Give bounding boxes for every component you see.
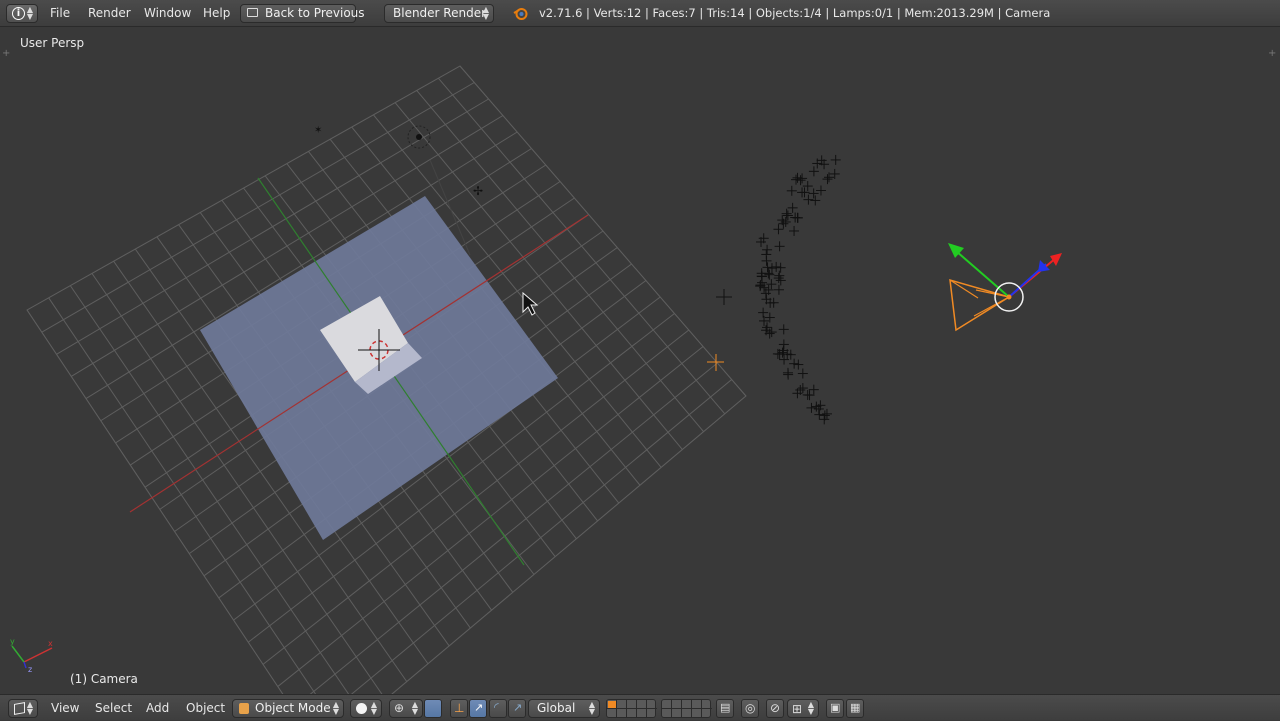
editor-type-button-3d[interactable]: ▲ ▼ [8,699,38,718]
menu-select[interactable]: Select [95,695,132,721]
chevron-updown-icon: ▲ ▼ [26,5,33,21]
active-layer-icon [608,701,616,708]
render-engine-label: Blender Render [393,6,487,20]
render-opengl-icon[interactable]: ▣ [826,699,844,718]
viewport-shading-select[interactable]: ▲ ▼ [350,699,382,718]
active-object-label: (1) Camera [70,672,138,686]
chevron-updown-icon: ▲ ▼ [411,700,418,716]
camera-object[interactable] [949,278,1011,332]
mouse-cursor-icon [522,291,539,316]
back-to-previous-label: Back to Previous [265,6,365,20]
view-name: User Persp [20,36,85,50]
chevron-updown-icon: ▲ ▼ [807,700,814,716]
back-screen-icon [247,8,258,17]
interaction-mode-label: Object Mode [255,701,331,715]
svg-text:y: y [10,637,15,646]
menu-view[interactable]: View [51,695,79,721]
chevron-updown-icon: ▲ ▼ [26,700,33,716]
scale-manipulator-icon[interactable]: ◜ [489,699,507,718]
chevron-updown-icon: ▲ ▼ [482,5,489,21]
menu-help[interactable]: Help [203,0,230,27]
corner-plus-icon[interactable]: + [2,49,12,59]
menu-window[interactable]: Window [144,0,191,27]
editor-type-button[interactable]: i ▲ ▼ [6,4,38,23]
menu-object[interactable]: Object [186,695,225,721]
viewport-canvas[interactable]: ✶ ✢ x y z [0,27,1280,694]
back-to-previous-button[interactable]: Back to Previous [240,4,365,23]
layer-buttons-group-1[interactable] [606,699,657,718]
snap-toggle-icon[interactable]: ⊘ [766,699,784,718]
x-arrow-icon[interactable] [1050,253,1062,266]
scene-statistics: v2.71.6 | Verts:12 | Faces:7 | Tris:14 |… [539,6,1051,20]
transform-tool-icon[interactable]: ↗ [508,699,526,718]
chevron-updown-icon: ▲ ▼ [588,700,595,716]
solid-shading-icon [356,703,367,714]
chevron-updown-icon: ▲ ▼ [370,700,377,716]
tracking-point-cloud [755,154,841,425]
proportional-edit-icon[interactable]: ◎ [741,699,759,718]
menu-add[interactable]: Add [146,695,169,721]
chevron-updown-icon: ▲ ▼ [332,700,339,716]
object-mode-icon [239,703,249,714]
lock-camera-icon[interactable]: ▤ [716,699,734,718]
translate-manipulator-icon[interactable]: ⊥ [450,699,468,718]
origin-marker-icon [716,289,732,305]
menu-render[interactable]: Render [88,0,131,27]
transform-orientation-label: Global [537,701,576,715]
empty-marker-icon: ✶ [314,125,322,136]
svg-text:z: z [28,665,32,674]
pivot-icon: ⊕ [394,701,405,715]
3d-view-header: ▲ ▼ View Select Add Object Object Mode ▲ ▼… [0,694,1280,720]
blender-logo-icon [513,6,528,21]
layer-buttons-group-2[interactable] [661,699,712,718]
info-header: i ▲ ▼ File Render Window Help Back to Pre… [0,0,1280,27]
z-arrow-icon[interactable] [1038,260,1050,272]
render-engine-select[interactable]: Blender Render ▲ ▼ [384,4,494,23]
corner-plus-icon-right[interactable]: + [1268,49,1278,59]
rotate-manipulator-icon[interactable]: ↗ [469,699,487,718]
view-axis-widget: x y z [10,637,53,674]
snap-element-select[interactable]: ⊞ ▲ ▼ [787,699,819,718]
menu-file[interactable]: File [50,0,70,27]
cube-icon [14,702,25,715]
3d-viewport[interactable]: ✶ ✢ x y z User Persp (1) Camera + + [0,27,1280,694]
transform-gizmo[interactable] [948,243,1062,312]
manipulator-toggle-icon[interactable] [424,699,442,718]
interaction-mode-select[interactable]: Object Mode ▲ ▼ [232,699,344,718]
selected-origin-icon [707,354,724,371]
snap-grid-icon: ⊞ [792,702,803,716]
transform-orientation-select[interactable]: Global ▲ ▼ [528,699,600,718]
pivot-point-select[interactable]: ⊕ ▲ ▼ [389,699,423,718]
info-icon: i [12,7,25,20]
render-animation-icon[interactable]: ▦ [846,699,864,718]
svg-text:x: x [48,639,53,648]
empty-marker-icon-2: ✢ [473,184,483,198]
